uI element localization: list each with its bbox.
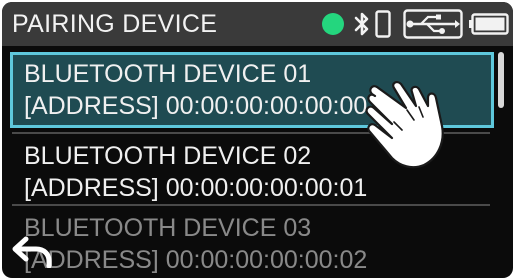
- device-address: [ADDRESS] 00:00:00:00:00:01: [24, 174, 368, 202]
- device-address: [ADDRESS] 00:00:00:00:00:00: [24, 92, 368, 120]
- page-title: PAIRING DEVICE: [12, 10, 218, 38]
- device-item-03[interactable]: BLUETOOTH DEVICE 03 [ADDRESS] 00:00:00:0…: [10, 206, 494, 278]
- bluetooth-icon: [354, 12, 369, 36]
- status-dot-icon: [322, 13, 344, 35]
- scrollbar-thumb[interactable]: [498, 52, 504, 108]
- phone-icon: [375, 10, 391, 38]
- device-address: [ADDRESS] 00:00:00:00:00:02: [24, 246, 368, 274]
- back-arrow-icon[interactable]: [12, 236, 54, 268]
- battery-icon: [469, 13, 509, 35]
- device-name: BLUETOOTH DEVICE 02: [24, 142, 312, 170]
- device-name: BLUETOOTH DEVICE 01: [24, 60, 312, 88]
- pairing-screen: PAIRING DEVICE BLUETOOTH DEVICE 01 [ADDR…: [2, 2, 513, 278]
- header-bar: PAIRING DEVICE: [2, 2, 513, 46]
- device-name: BLUETOOTH DEVICE 03: [24, 214, 312, 242]
- usb-icon: [403, 9, 463, 39]
- tap-hand-icon: [365, 81, 444, 169]
